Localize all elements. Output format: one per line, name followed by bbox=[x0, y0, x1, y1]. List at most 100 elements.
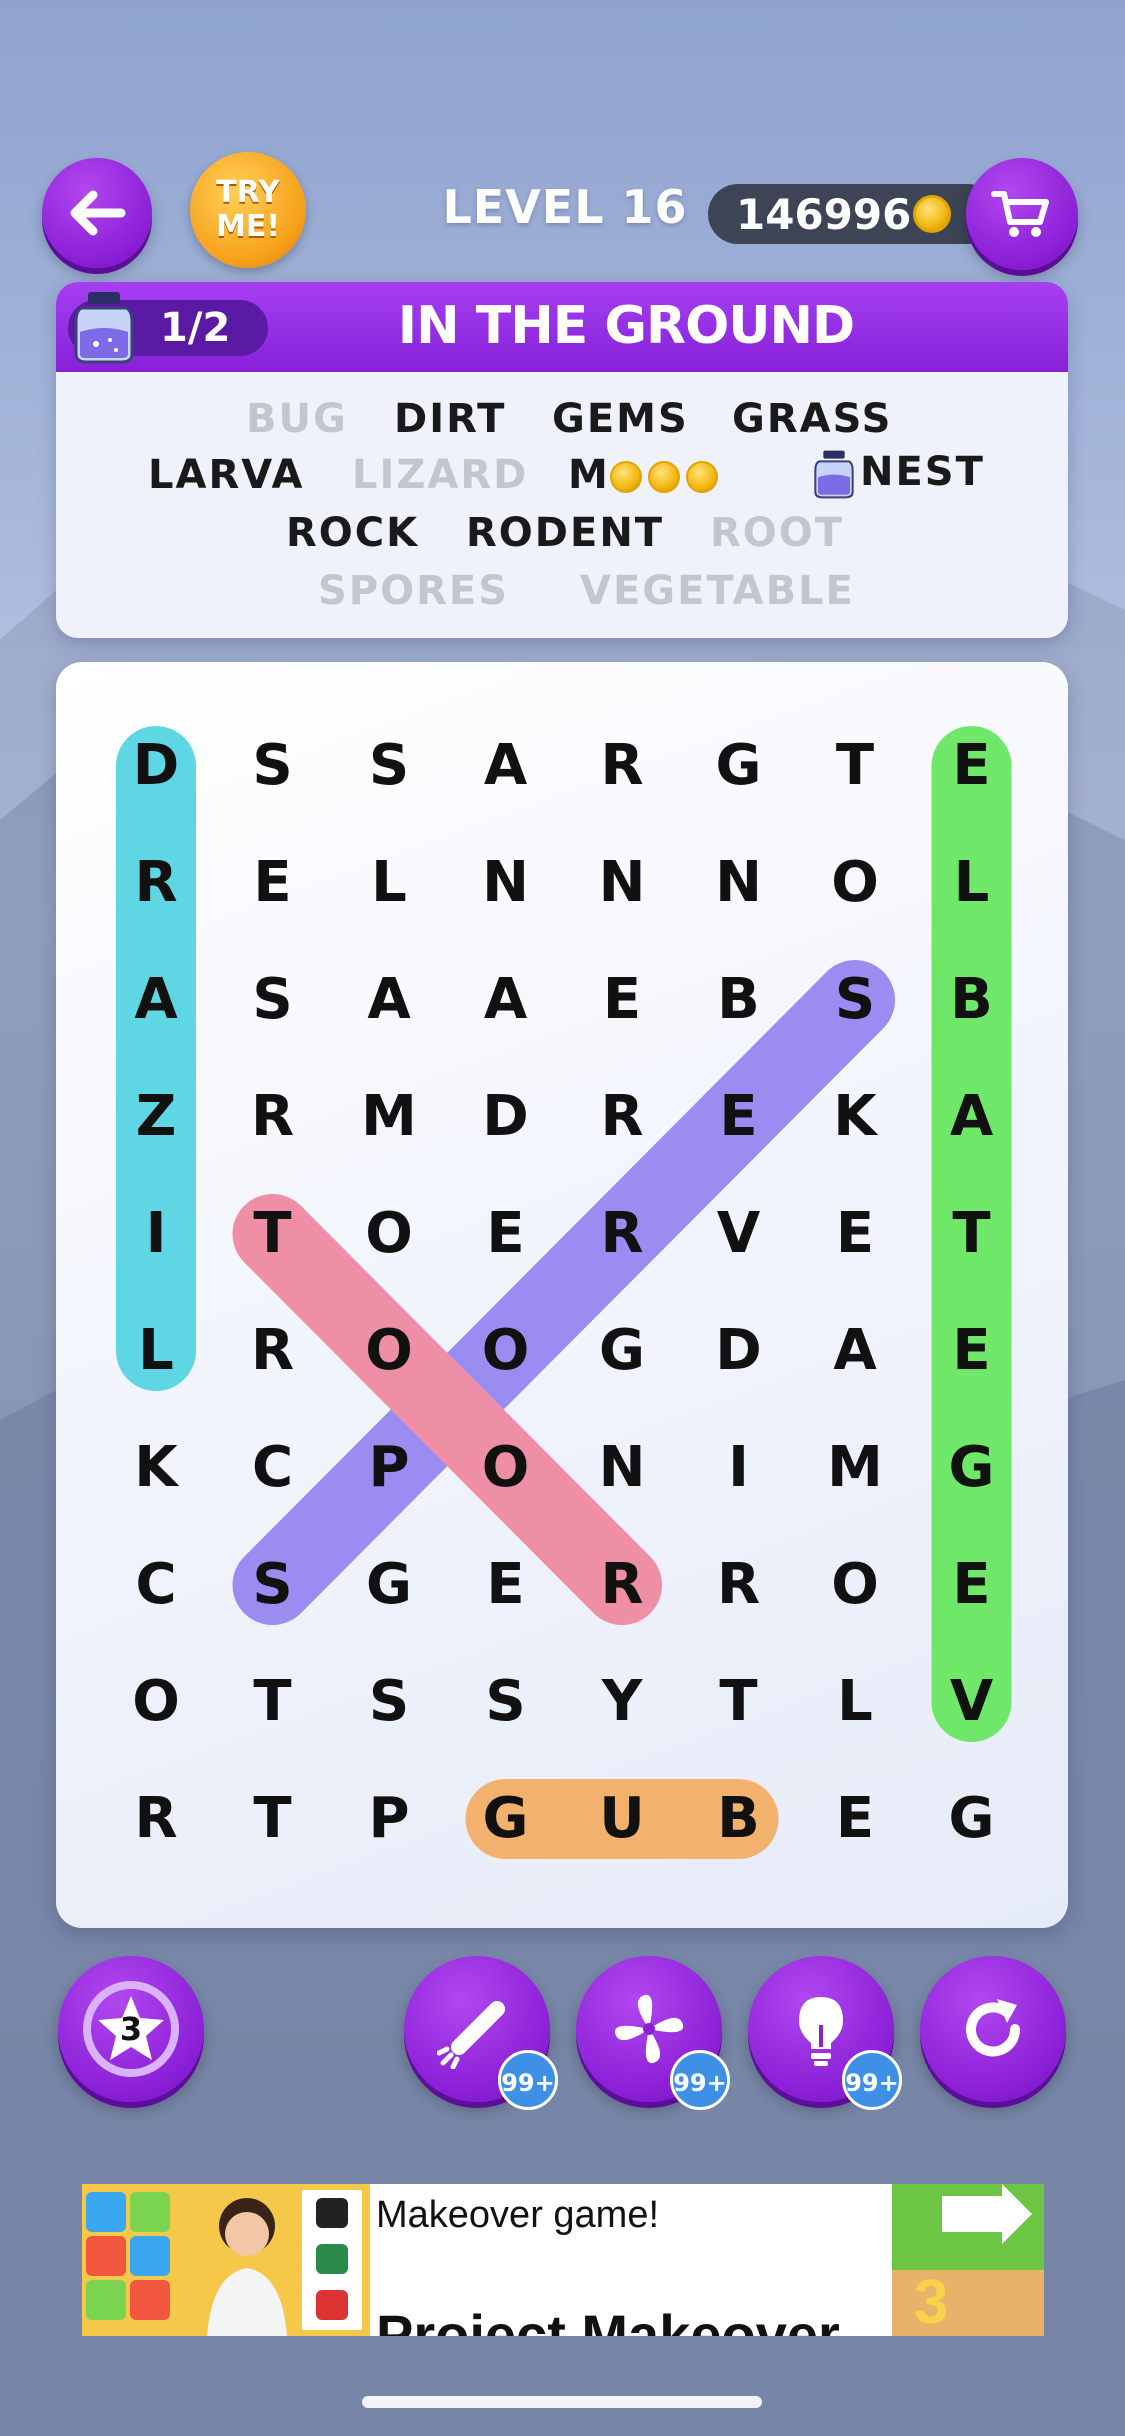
grid-cell-r6c4[interactable]: N bbox=[582, 1428, 662, 1508]
grid-cell-r5c5[interactable]: D bbox=[699, 1311, 779, 1391]
grid-cell-r9c6[interactable]: E bbox=[815, 1779, 895, 1859]
back-button[interactable] bbox=[42, 158, 152, 268]
grid-cell-r3c2[interactable]: M bbox=[349, 1077, 429, 1157]
grid-cell-r4c7[interactable]: T bbox=[932, 1194, 1012, 1274]
grid-cell-r2c7[interactable]: B bbox=[932, 960, 1012, 1040]
word-list-card: 1/2 IN THE GROUND BUG DIRT GEMS GRASS LA… bbox=[56, 282, 1068, 638]
grid-cell-r6c5[interactable]: I bbox=[699, 1428, 779, 1508]
grid-cell-r0c5[interactable]: G bbox=[699, 726, 779, 806]
rocket-powerup-button[interactable]: 99+ bbox=[404, 1956, 558, 2110]
grid-cell-r3c0[interactable]: Z bbox=[116, 1077, 196, 1157]
grid-cell-r5c4[interactable]: G bbox=[582, 1311, 662, 1391]
grid-cell-r6c1[interactable]: C bbox=[233, 1428, 313, 1508]
grid-cell-r8c4[interactable]: Y bbox=[582, 1662, 662, 1742]
grid-cell-r0c1[interactable]: S bbox=[233, 726, 313, 806]
grid-cell-r7c6[interactable]: O bbox=[815, 1545, 895, 1625]
grid-cell-r0c6[interactable]: T bbox=[815, 726, 895, 806]
grid-cell-r0c3[interactable]: A bbox=[466, 726, 546, 806]
grid-cell-r8c7[interactable]: V bbox=[932, 1662, 1012, 1742]
grid-cell-r2c4[interactable]: E bbox=[582, 960, 662, 1040]
grid-cell-r3c4[interactable]: R bbox=[582, 1077, 662, 1157]
grid-cell-r9c4[interactable]: U bbox=[582, 1779, 662, 1859]
grid-cell-r7c2[interactable]: G bbox=[349, 1545, 429, 1625]
grid-cell-r4c3[interactable]: E bbox=[466, 1194, 546, 1274]
grid-cell-r7c7[interactable]: E bbox=[932, 1545, 1012, 1625]
shuffle-button[interactable] bbox=[920, 1956, 1066, 2102]
grid-cell-r5c0[interactable]: L bbox=[116, 1311, 196, 1391]
grid-cell-r8c2[interactable]: S bbox=[349, 1662, 429, 1742]
grid-cell-r0c7[interactable]: E bbox=[932, 726, 1012, 806]
grid-cell-r0c0[interactable]: D bbox=[116, 726, 196, 806]
grid-cell-r2c6[interactable]: S bbox=[815, 960, 895, 1040]
grid-cell-r6c6[interactable]: M bbox=[815, 1428, 895, 1508]
grid-cell-r2c1[interactable]: S bbox=[233, 960, 313, 1040]
grid-cell-r7c1[interactable]: S bbox=[233, 1545, 313, 1625]
ad-banner[interactable]: Makeover game! Project Makeover 3 bbox=[82, 2184, 1044, 2336]
grid-cell-r4c6[interactable]: E bbox=[815, 1194, 895, 1274]
grid-cell-r7c0[interactable]: C bbox=[116, 1545, 196, 1625]
grid-cell-r6c2[interactable]: P bbox=[349, 1428, 429, 1508]
word-larva: LARVA bbox=[148, 452, 305, 498]
grid-cell-r9c3[interactable]: G bbox=[466, 1779, 546, 1859]
grid-cell-r1c4[interactable]: N bbox=[582, 843, 662, 923]
grid-cell-r5c1[interactable]: R bbox=[233, 1311, 313, 1391]
word-search-board[interactable]: DSSARGTERELNNNOLASAAEBSBZRMDREKAITOERVET… bbox=[56, 662, 1068, 1928]
grid-cell-r1c7[interactable]: L bbox=[932, 843, 1012, 923]
grid-cell-r4c1[interactable]: T bbox=[233, 1194, 313, 1274]
grid-cell-r9c2[interactable]: P bbox=[349, 1779, 429, 1859]
grid-cell-r9c7[interactable]: G bbox=[932, 1779, 1012, 1859]
grid-cell-r6c3[interactable]: O bbox=[466, 1428, 546, 1508]
grid-cell-r9c0[interactable]: R bbox=[116, 1779, 196, 1859]
ad-side-image: 3 bbox=[892, 2270, 1044, 2336]
level-title: LEVEL 16 bbox=[442, 180, 688, 234]
grid-cell-r6c0[interactable]: K bbox=[116, 1428, 196, 1508]
pinwheel-icon bbox=[614, 1994, 684, 2064]
grid-cell-r4c2[interactable]: O bbox=[349, 1194, 429, 1274]
grid-cell-r2c5[interactable]: B bbox=[699, 960, 779, 1040]
grid-cell-r3c5[interactable]: E bbox=[699, 1077, 779, 1157]
fan-powerup-button[interactable]: 99+ bbox=[576, 1956, 730, 2110]
star-reward-button[interactable]: 3 bbox=[58, 1956, 204, 2102]
grid-cell-r5c7[interactable]: E bbox=[932, 1311, 1012, 1391]
grid-cell-r3c3[interactable]: D bbox=[466, 1077, 546, 1157]
grid-cell-r1c6[interactable]: O bbox=[815, 843, 895, 923]
grid-cell-r5c2[interactable]: O bbox=[349, 1311, 429, 1391]
grid-cell-r2c2[interactable]: A bbox=[349, 960, 429, 1040]
grid-cell-r3c6[interactable]: K bbox=[815, 1077, 895, 1157]
grid-cell-r7c5[interactable]: R bbox=[699, 1545, 779, 1625]
coin-icon bbox=[913, 195, 952, 233]
letter-grid[interactable]: DSSARGTERELNNNOLASAAEBSBZRMDREKAITOERVET… bbox=[56, 662, 1068, 1928]
grid-cell-r2c0[interactable]: A bbox=[116, 960, 196, 1040]
grid-cell-r5c6[interactable]: A bbox=[815, 1311, 895, 1391]
grid-cell-r2c3[interactable]: A bbox=[466, 960, 546, 1040]
grid-cell-r8c1[interactable]: T bbox=[233, 1662, 313, 1742]
grid-cell-r3c7[interactable]: A bbox=[932, 1077, 1012, 1157]
word-nest: NEST bbox=[808, 448, 985, 500]
grid-cell-r4c0[interactable]: I bbox=[116, 1194, 196, 1274]
grid-cell-r8c0[interactable]: O bbox=[116, 1662, 196, 1742]
coin-icon bbox=[685, 461, 718, 493]
grid-cell-r0c2[interactable]: S bbox=[349, 726, 429, 806]
grid-cell-r1c5[interactable]: N bbox=[699, 843, 779, 923]
grid-cell-r1c1[interactable]: E bbox=[233, 843, 313, 923]
grid-cell-r0c4[interactable]: R bbox=[582, 726, 662, 806]
grid-cell-r4c5[interactable]: V bbox=[699, 1194, 779, 1274]
shopping-cart-icon bbox=[991, 191, 1049, 237]
grid-cell-r9c1[interactable]: T bbox=[233, 1779, 313, 1859]
grid-cell-r1c2[interactable]: L bbox=[349, 843, 429, 923]
grid-cell-r8c6[interactable]: L bbox=[815, 1662, 895, 1742]
grid-cell-r5c3[interactable]: O bbox=[466, 1311, 546, 1391]
grid-cell-r8c3[interactable]: S bbox=[466, 1662, 546, 1742]
shop-button[interactable] bbox=[966, 158, 1078, 270]
grid-cell-r3c1[interactable]: R bbox=[233, 1077, 313, 1157]
grid-cell-r9c5[interactable]: B bbox=[699, 1779, 779, 1859]
grid-cell-r8c5[interactable]: T bbox=[699, 1662, 779, 1742]
grid-cell-r1c3[interactable]: N bbox=[466, 843, 546, 923]
grid-cell-r6c7[interactable]: G bbox=[932, 1428, 1012, 1508]
grid-cell-r7c4[interactable]: R bbox=[582, 1545, 662, 1625]
try-me-button[interactable]: TRY ME! bbox=[190, 152, 306, 268]
grid-cell-r4c4[interactable]: R bbox=[582, 1194, 662, 1274]
hint-powerup-button[interactable]: 99+ bbox=[748, 1956, 902, 2110]
grid-cell-r1c0[interactable]: R bbox=[116, 843, 196, 923]
grid-cell-r7c3[interactable]: E bbox=[466, 1545, 546, 1625]
